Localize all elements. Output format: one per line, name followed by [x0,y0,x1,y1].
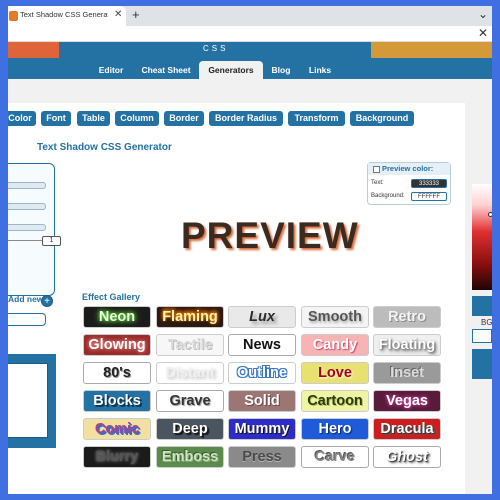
effect-carve-button[interactable]: Carve [301,446,369,468]
effect-solid-button[interactable]: Solid [228,390,296,412]
header-accent-left [8,42,59,58]
category-column-button[interactable]: Column [115,111,159,126]
browser-toolbar: ✕ [8,26,492,42]
background-color-input[interactable]: FFFFFF [411,192,447,201]
effect-floating-button[interactable]: Floating [373,334,441,356]
right-panel-footer [472,349,492,379]
effect-retro-button[interactable]: Retro [373,306,441,328]
effect-inset-button[interactable]: Inset [373,362,441,384]
new-tab-icon[interactable]: + [132,7,140,22]
nav-cheat-sheet[interactable]: Cheat Sheet [138,61,194,79]
effect-flaming-button[interactable]: Flaming [156,306,224,328]
preview-color-title: Preview color: [368,163,450,175]
bg-label: BG [481,318,492,327]
tab-title: Text Shadow CSS Generator Onli [20,10,108,19]
header-accent-right [371,42,492,58]
effect-love-button[interactable]: Love [301,362,369,384]
site-title: CSS [203,44,229,53]
effect-glowing-button[interactable]: Glowing [83,334,151,356]
effect-gallery-title: Effect Gallery [82,292,141,302]
opacity-range-value[interactable]: 1 [42,236,61,246]
effect-candy-button[interactable]: Candy [301,334,369,356]
vertical-offset-slider[interactable] [8,203,46,210]
effect-distant-button[interactable]: Distant [156,362,224,384]
browser-tab-strip: Text Shadow CSS Generator Onli ✕ + ⌄ [8,6,492,26]
add-icon[interactable]: + [41,295,53,307]
effect-vegas-button[interactable]: Vegas [373,390,441,412]
effect-grave-button[interactable]: Grave [156,390,224,412]
page-title: Text Shadow CSS Generator [37,142,172,153]
blur-radius-slider[interactable] [8,224,46,231]
effect-neon-button[interactable]: Neon [83,306,151,328]
effect-news-button[interactable]: News [228,334,296,356]
opacity-range-track[interactable] [8,240,42,241]
effect-mummy-button[interactable]: Mummy [228,418,296,440]
favicon-icon [9,11,18,21]
effect-hero-button[interactable]: Hero [301,418,369,440]
category-border-radius-button[interactable]: Border Radius [209,111,283,126]
effect-lux-button[interactable]: Lux [228,306,296,328]
close-tab-icon[interactable]: ✕ [114,9,122,20]
effect-80s-button[interactable]: 80's [83,362,151,384]
color-picker-handle[interactable] [488,212,492,217]
browser-tab[interactable]: Text Shadow CSS Generator Onli ✕ [8,6,126,26]
nav-blog[interactable]: Blog [266,61,296,79]
category-background-button[interactable]: Background [350,111,414,126]
nav-generators[interactable]: Generators [199,61,263,79]
preview-color-box: Preview color: Text: 333333 Background: … [367,162,451,205]
shadow-controls [8,163,55,296]
background-color-label: Background: [371,193,405,199]
effect-dracula-button[interactable]: Dracula [373,418,441,440]
effect-press-button[interactable]: Press [228,446,296,468]
effect-outline-button[interactable]: Outline [228,362,296,384]
right-panel-header [472,296,492,316]
color-picker-gradient[interactable] [472,184,492,290]
nav-editor[interactable]: Editor [90,61,132,79]
effect-ghost-button[interactable]: Ghost [373,446,441,468]
site-header: CSS Editor Cheat Sheet Generators Blog L… [8,42,492,79]
category-border-button[interactable]: Border [164,111,204,126]
effect-deep-button[interactable]: Deep [156,418,224,440]
browser-window: Text Shadow CSS Generator Onli ✕ + ⌄ ✕ C… [8,6,492,494]
effect-cartoon-button[interactable]: Cartoon [301,390,369,412]
category-table-button[interactable]: Table [77,111,110,126]
css-code-textarea[interactable] [8,363,48,438]
preview-color-checkbox[interactable] [373,166,380,173]
text-color-label: Text: [371,180,384,186]
text-color-input[interactable]: 333333 [411,179,447,188]
nav-links[interactable]: Links [303,61,337,79]
preview-text: PREVIEW [181,215,359,256]
category-color-button[interactable]: Color [8,111,36,126]
category-transform-button[interactable]: Transform [288,111,345,126]
category-font-button[interactable]: Font [41,111,71,126]
effect-tactile-button[interactable]: Tactile [156,334,224,356]
horizontal-offset-slider[interactable] [8,182,46,189]
shadow-color-input[interactable] [8,313,46,326]
effect-emboss-button[interactable]: Emboss [156,446,224,468]
bg-color-input[interactable] [472,329,492,343]
effect-blocks-button[interactable]: Blocks [83,390,151,412]
window-menu-icon[interactable]: ⌄ [478,7,488,21]
effect-comic-button[interactable]: Comic [83,418,151,440]
close-icon[interactable]: ✕ [478,26,488,40]
effect-smooth-button[interactable]: Smooth [301,306,369,328]
effect-blurry-button[interactable]: Blurry [83,446,151,468]
